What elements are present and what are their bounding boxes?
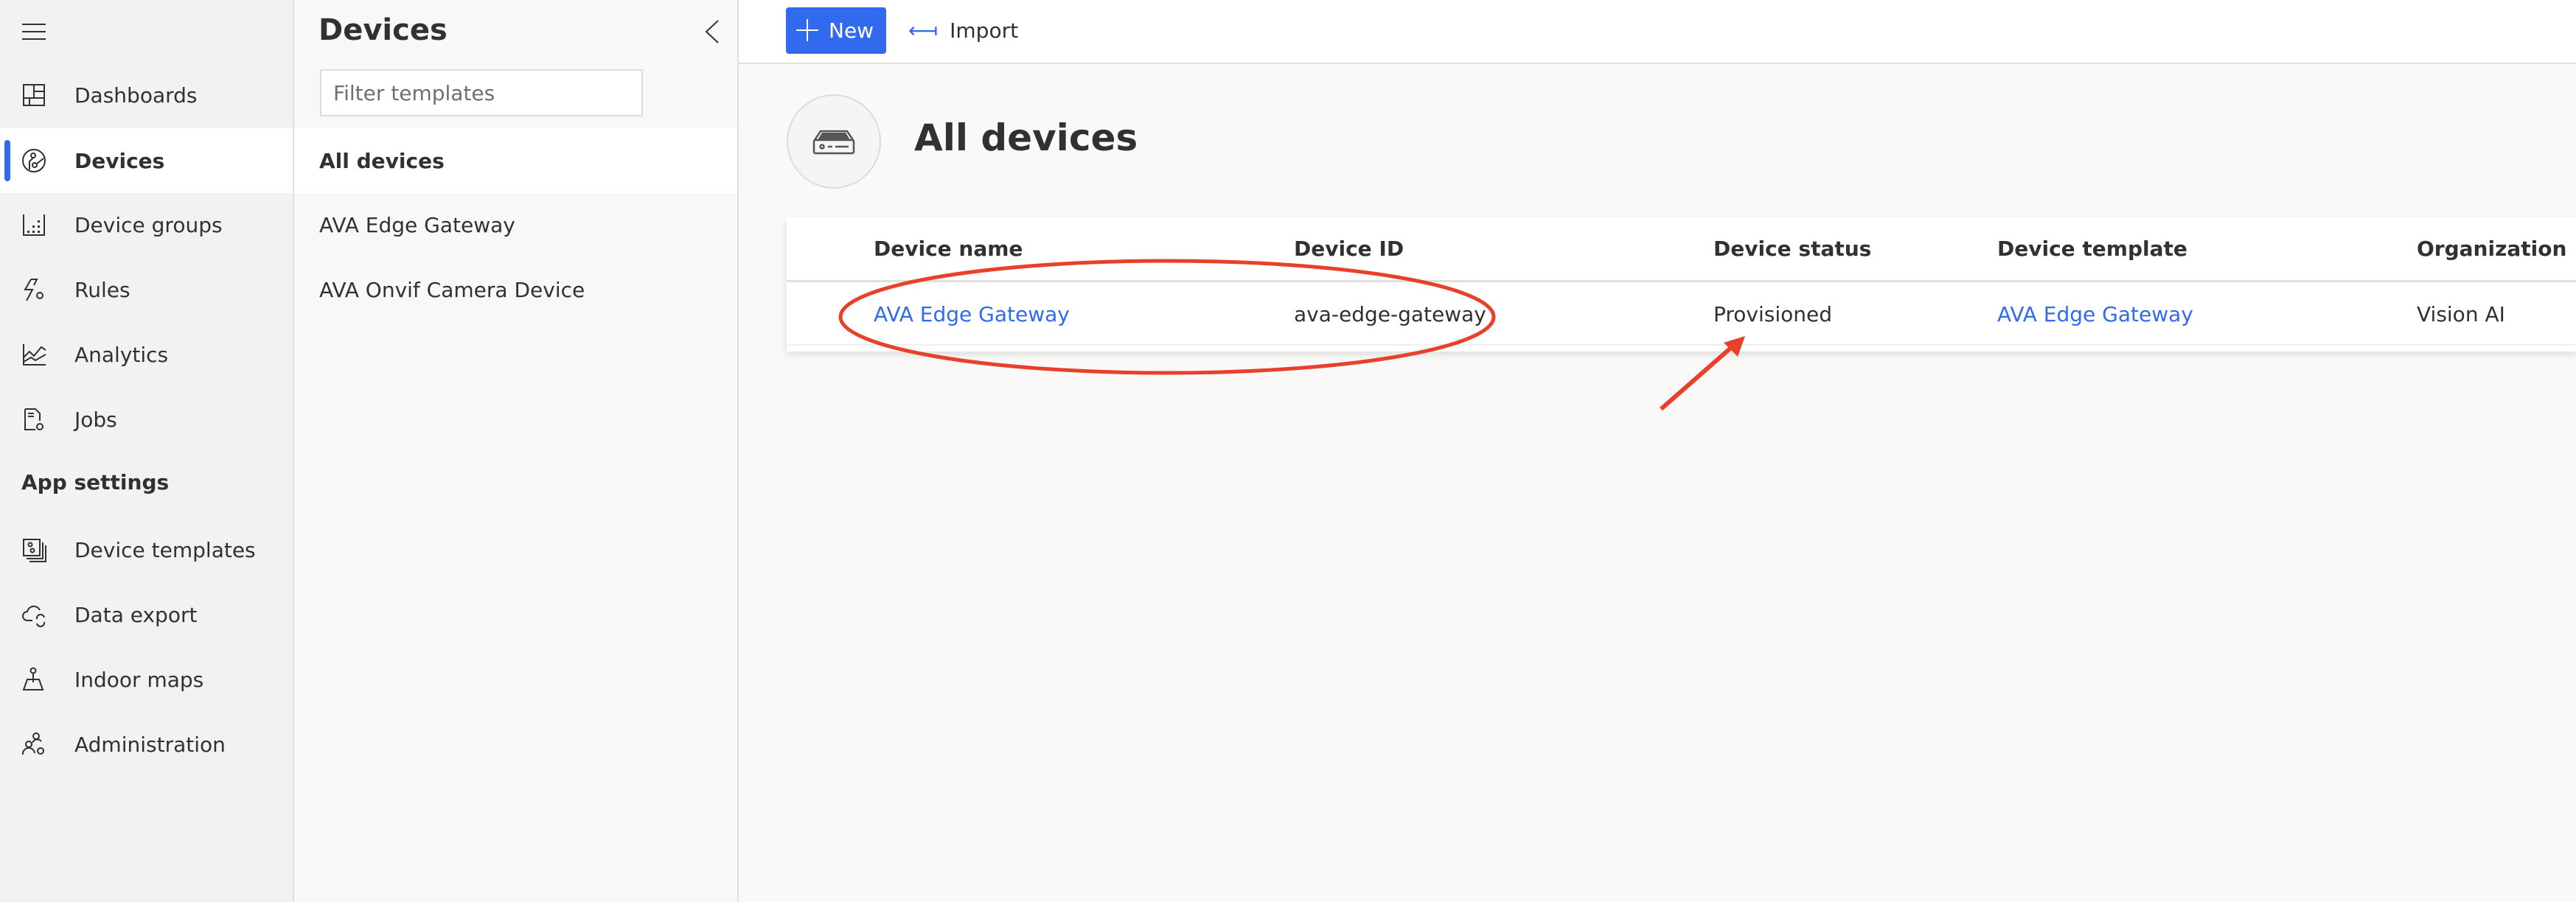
import-button-label: Import bbox=[950, 18, 1019, 43]
nav-item-rules[interactable]: Rules bbox=[0, 257, 293, 322]
nav-item-label: Administration bbox=[74, 732, 226, 757]
nav-item-label: Analytics bbox=[74, 342, 169, 367]
devices-icon bbox=[22, 149, 46, 172]
nav-item-dashboards[interactable]: Dashboards bbox=[0, 63, 293, 127]
template-item-all-devices[interactable]: All devices bbox=[294, 128, 737, 193]
device-groups-icon bbox=[23, 214, 45, 236]
template-item-ava-edge-gateway[interactable]: AVA Edge Gateway bbox=[294, 192, 737, 257]
app-settings-heading: App settings bbox=[21, 470, 170, 494]
administration-icon bbox=[21, 733, 44, 755]
nav-item-indoor-maps[interactable]: Indoor maps bbox=[0, 647, 293, 712]
organization-cell: Vision AI bbox=[2417, 301, 2505, 326]
column-header-device-template[interactable]: Device template bbox=[1997, 217, 2187, 280]
device-template-link[interactable]: AVA Edge Gateway bbox=[1997, 284, 2193, 344]
column-header-device-status[interactable]: Device status bbox=[1713, 217, 1871, 280]
nav-item-device-templates[interactable]: Device templates bbox=[0, 517, 293, 582]
nav-item-label: Device groups bbox=[74, 212, 223, 237]
template-item-ava-onvif-camera[interactable]: AVA Onvif Camera Device bbox=[294, 257, 737, 322]
nav-item-device-groups[interactable]: Device groups bbox=[0, 192, 293, 257]
column-header-organization[interactable]: Organization bbox=[2417, 217, 2566, 280]
plus-icon bbox=[796, 19, 818, 41]
annotation-arrow-shaft bbox=[1660, 344, 1734, 411]
analytics-icon bbox=[23, 344, 46, 366]
import-button[interactable]: ⟻ Import bbox=[908, 7, 1018, 54]
nav-item-jobs[interactable]: Jobs bbox=[0, 387, 293, 452]
templates-panel: Devices All devices AVA Edge Gateway AVA… bbox=[294, 0, 739, 902]
dashboard-icon bbox=[23, 84, 45, 106]
toolbar: New ⟻ Import bbox=[739, 0, 2576, 64]
table-row[interactable]: AVA Edge Gateway ava-edge-gateway Provis… bbox=[787, 284, 2576, 346]
rules-icon bbox=[24, 279, 43, 301]
jobs-icon bbox=[24, 408, 43, 430]
table-header: Device name Device ID Device status Devi… bbox=[787, 217, 2576, 282]
panel-title: Devices bbox=[318, 13, 448, 47]
nav-item-label: Dashboards bbox=[74, 83, 198, 108]
device-templates-icon bbox=[23, 539, 46, 562]
nav-item-label: Jobs bbox=[74, 407, 117, 432]
import-icon: ⟻ bbox=[908, 18, 939, 43]
nav-item-label: Rules bbox=[74, 277, 130, 302]
column-header-device-name[interactable]: Device name bbox=[874, 217, 1023, 280]
device-icon bbox=[787, 94, 881, 189]
chevron-left-icon[interactable] bbox=[703, 19, 721, 44]
filter-templates-input[interactable] bbox=[320, 69, 643, 116]
nav-item-data-export[interactable]: Data export bbox=[0, 582, 293, 647]
hamburger-icon[interactable] bbox=[22, 24, 46, 40]
nav-item-devices[interactable]: Devices bbox=[0, 128, 293, 193]
page-title: All devices bbox=[914, 116, 1138, 159]
column-header-device-id[interactable]: Device ID bbox=[1294, 217, 1404, 280]
data-export-icon bbox=[22, 605, 46, 628]
nav-item-administration[interactable]: Administration bbox=[0, 712, 293, 777]
device-id-cell: ava-edge-gateway bbox=[1294, 301, 1486, 326]
new-button-label: New bbox=[829, 18, 874, 43]
indoor-maps-icon bbox=[22, 667, 44, 691]
device-status-cell: Provisioned bbox=[1713, 301, 1833, 326]
new-button[interactable]: New bbox=[786, 7, 886, 54]
left-navigation: Dashboards Devices Device groups Rules A… bbox=[0, 0, 294, 902]
selection-indicator bbox=[4, 140, 10, 181]
nav-item-analytics[interactable]: Analytics bbox=[0, 322, 293, 387]
nav-item-label: Devices bbox=[74, 148, 165, 173]
device-name-link[interactable]: AVA Edge Gateway bbox=[874, 284, 1070, 344]
devices-table: Device name Device ID Device status Devi… bbox=[787, 217, 2576, 352]
nav-item-label: Device templates bbox=[74, 537, 256, 562]
nav-item-label: Indoor maps bbox=[74, 667, 204, 692]
nav-item-label: Data export bbox=[74, 602, 198, 627]
